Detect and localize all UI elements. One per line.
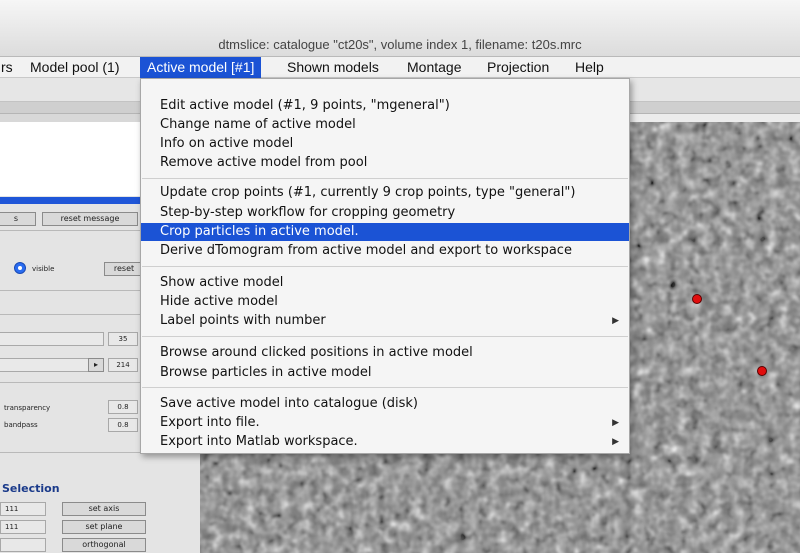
menu-item-show-active-model[interactable]: Show active model <box>141 274 629 292</box>
reset-button[interactable]: reset <box>104 262 144 276</box>
bandpass-label: bandpass <box>4 421 38 429</box>
menu-projection[interactable]: Projection <box>480 57 556 78</box>
menu-item-label-points[interactable]: Label points with number ▶ <box>141 312 629 330</box>
menu-item-export-file[interactable]: Export into file. ▶ <box>141 414 629 432</box>
visible-label: visible <box>32 265 55 273</box>
selection-value-1[interactable]: 111 <box>0 502 46 516</box>
menu-separator <box>142 387 628 388</box>
model-point-marker[interactable] <box>692 294 702 304</box>
submenu-arrow-icon: ▶ <box>612 418 619 428</box>
menu-shown-models[interactable]: Shown models <box>280 57 386 78</box>
menu-item-update-crop-points[interactable]: Update crop points (#1, currently 9 crop… <box>141 184 629 202</box>
menu-item-label: Export into Matlab workspace. <box>160 434 358 449</box>
menu-tools[interactable]: rs <box>0 57 20 78</box>
visible-radio[interactable] <box>14 262 26 274</box>
active-model-dropdown: Edit active model (#1, 9 points, "mgener… <box>140 78 630 454</box>
submenu-arrow-icon: ▶ <box>612 316 619 326</box>
menu-item-label: Export into file. <box>160 415 260 430</box>
menu-item-hide-active-model[interactable]: Hide active model <box>141 293 629 311</box>
menu-item-step-by-step-workflow[interactable]: Step-by-step workflow for cropping geome… <box>141 204 629 222</box>
menu-item-remove[interactable]: Remove active model from pool <box>141 154 629 172</box>
menu-item-info[interactable]: Info on active model <box>141 135 629 153</box>
menu-separator <box>142 178 628 179</box>
set-plane-button[interactable]: set plane <box>62 520 146 534</box>
s-button[interactable]: s <box>0 212 36 226</box>
window-title: dtmslice: catalogue "ct20s", volume inde… <box>218 37 582 52</box>
reset-message-button[interactable]: reset message <box>42 212 138 226</box>
menu-item-save-catalogue[interactable]: Save active model into catalogue (disk) <box>141 395 629 413</box>
selection-value-3[interactable] <box>0 538 46 552</box>
menu-item-export-matlab[interactable]: Export into Matlab workspace. ▶ <box>141 433 629 451</box>
menu-montage[interactable]: Montage <box>400 57 468 78</box>
menu-item-browse-clicked-positions[interactable]: Browse around clicked positions in activ… <box>141 344 629 362</box>
menu-active-model[interactable]: Active model [#1] <box>140 57 262 78</box>
submenu-arrow-icon: ▶ <box>612 437 619 447</box>
value-field[interactable] <box>0 332 104 346</box>
menu-item-crop-particles[interactable]: Crop particles in active model. <box>141 223 629 241</box>
orthogonal-button[interactable]: orthogonal <box>62 538 146 552</box>
menu-help[interactable]: Help <box>568 57 611 78</box>
menu-item-label: Label points with number <box>160 313 326 328</box>
menu-item-derive-dtomogram[interactable]: Derive dTomogram from active model and e… <box>141 242 629 260</box>
value-214: 214 <box>108 358 138 372</box>
set-axis-button[interactable]: set axis <box>62 502 146 516</box>
menu-model-pool[interactable]: Model pool (1) <box>23 57 127 78</box>
transparency-value[interactable]: 0.8 <box>108 400 138 414</box>
bandpass-value[interactable]: 0.8 <box>108 418 138 432</box>
slider-arrow-button[interactable]: ▸ <box>88 358 104 372</box>
selection-value-2[interactable]: 111 <box>0 520 46 534</box>
menu-separator <box>142 266 628 267</box>
selection-heading: Selection <box>2 482 60 495</box>
transparency-label: transparency <box>4 404 51 412</box>
menubar: rs Model pool (1) Active model [#1] Show… <box>0 57 800 78</box>
menu-item-browse-particles[interactable]: Browse particles in active model <box>141 364 629 382</box>
value-35: 35 <box>108 332 138 346</box>
slider-track[interactable] <box>0 358 98 372</box>
menu-item-edit-active-model[interactable]: Edit active model (#1, 9 points, "mgener… <box>141 97 629 115</box>
menu-separator <box>142 336 628 337</box>
window-titlebar: dtmslice: catalogue "ct20s", volume inde… <box>0 0 800 57</box>
model-point-marker[interactable] <box>757 366 767 376</box>
menu-item-change-name[interactable]: Change name of active model <box>141 116 629 134</box>
